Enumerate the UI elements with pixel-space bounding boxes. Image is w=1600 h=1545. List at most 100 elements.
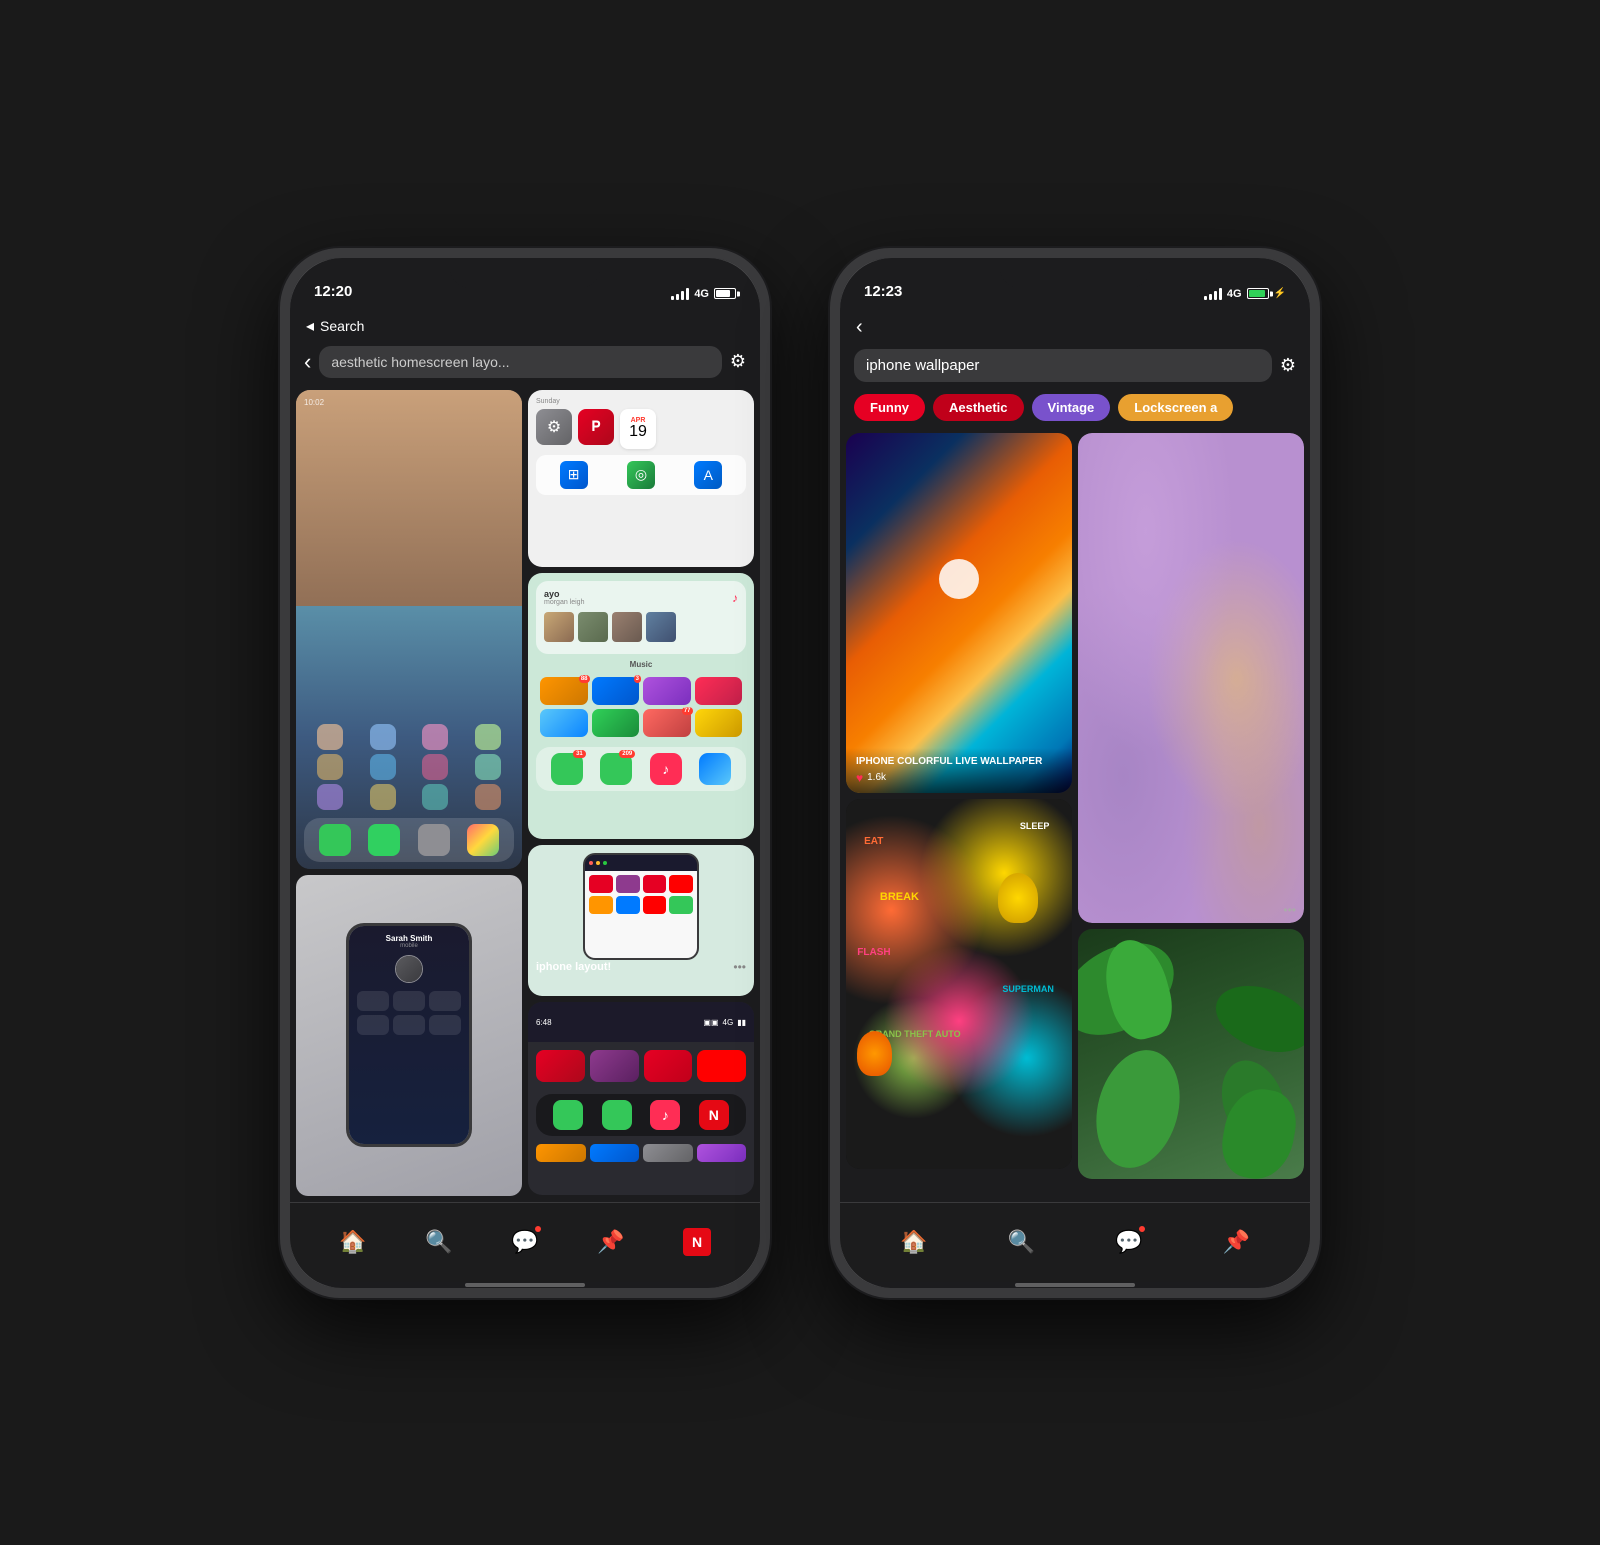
home-icon-right: 🏠	[900, 1228, 928, 1256]
colorful-wallpaper-card[interactable]: IPHONE COLORFUL LIVE WALLPAPER ♥ 1.6k	[846, 433, 1072, 793]
bottom-apps-card[interactable]: 6:48 ▣▣ 4G ▮▮	[528, 1002, 754, 1195]
app-socials: 77	[643, 709, 691, 737]
bottom-nav-left: 🏠 🔍 💬 📌 N	[290, 1202, 760, 1282]
nav-messages-right[interactable]: 💬	[1115, 1228, 1143, 1256]
sticker-flash: FLASH	[857, 947, 890, 958]
music-artist: ayo	[544, 589, 584, 599]
album-thumb-1	[544, 612, 574, 642]
right-phone: 12:23 4G ⚡	[830, 248, 1320, 1298]
sticker-wallpaper-card[interactable]: eat sleep break FLASH SUPERMAN Grand The…	[846, 799, 1072, 1169]
network-label-right: 4G	[1227, 288, 1242, 300]
nav-search-right[interactable]: 🔍	[1007, 1228, 1035, 1256]
sticker-superman: SUPERMAN	[1002, 984, 1054, 994]
status-icons-left: 4G	[671, 288, 736, 300]
app-work	[592, 709, 640, 737]
search-back-label[interactable]: Search	[320, 318, 364, 334]
homescreen-inspo-card[interactable]: 10:02	[296, 390, 522, 869]
right-content-masonry: IPHONE COLORFUL LIVE WALLPAPER ♥ 1.6k	[840, 427, 1310, 1202]
charging-icon: ⚡	[1274, 288, 1286, 299]
app-small-3	[643, 1144, 693, 1162]
dock-music-2: ♪	[650, 1100, 680, 1130]
appstore-widget-icon: A	[694, 461, 722, 489]
nav-home-right[interactable]: 🏠	[900, 1228, 928, 1256]
back-chevron-left[interactable]: ‹	[304, 349, 311, 375]
nav-netflix-left[interactable]: N	[683, 1228, 711, 1256]
bible-app	[590, 1050, 639, 1082]
filter-icon-left[interactable]: ⚙	[730, 351, 746, 372]
pin-icon-right: 📌	[1222, 1228, 1250, 1256]
right-masonry-col-2: •••	[1078, 433, 1304, 1196]
masonry-grid-left: 10:02	[290, 384, 760, 1202]
nav-notifications-right[interactable]: 📌	[1222, 1228, 1250, 1256]
app-utilities: 3	[592, 677, 640, 705]
home-icon-left: 🏠	[339, 1228, 367, 1256]
nav-dot-left	[535, 1226, 541, 1232]
content-left: 10:02	[290, 384, 760, 1202]
app-small-2	[590, 1144, 640, 1162]
sticker-text-1: eat	[864, 836, 883, 847]
app-media	[695, 677, 743, 705]
netflix-icon: N	[699, 1100, 729, 1130]
filter-icon-right[interactable]: ⚙	[1280, 355, 1296, 376]
nature-wallpaper-card[interactable]	[1078, 929, 1304, 1179]
search-icon-right: 🔍	[1007, 1228, 1035, 1256]
nav-search-left[interactable]: 🔍	[425, 1228, 453, 1256]
filter-chips: Funny Aesthetic Vintage Lockscreen a	[840, 388, 1310, 427]
music-note-icon: ♪	[732, 591, 738, 605]
nav-notifications-left[interactable]: 📌	[597, 1228, 625, 1256]
back-chevron-right[interactable]: ‹	[856, 316, 863, 339]
chip-lockscreen[interactable]: Lockscreen a	[1118, 394, 1233, 421]
messages-icon-left: 💬	[511, 1228, 539, 1256]
sticker-text-3: break	[880, 891, 919, 903]
dock-phone-2	[553, 1100, 583, 1130]
heart-icon: ♥	[856, 771, 863, 785]
more-dots-layout[interactable]: •••	[733, 960, 746, 974]
back-arrow-left[interactable]: ◂	[306, 316, 314, 336]
app-school	[643, 677, 691, 705]
app-editing	[695, 709, 743, 737]
search-input-right[interactable]: iphone wallpaper	[854, 349, 1272, 382]
caller-name: Sarah Smith	[357, 934, 461, 943]
settings-icon-widget: ⚙	[536, 409, 572, 445]
pin-icon-left: 📌	[597, 1228, 625, 1256]
album-thumb-4	[646, 612, 676, 642]
widget-card[interactable]: Sunday ⚙ 𝐏 APR 19	[528, 390, 754, 568]
battery-icon-right	[1247, 288, 1269, 299]
right-col: Sunday ⚙ 𝐏 APR 19	[528, 390, 754, 1196]
search-bar-right: iphone wallpaper ⚙	[840, 343, 1310, 388]
search-input-left[interactable]: aesthetic homescreen layo...	[319, 346, 722, 378]
caller-type: mobile	[357, 943, 461, 949]
dock-safari	[699, 753, 731, 785]
left-phone: 12:20 4G	[280, 248, 770, 1298]
nav-dot-right	[1139, 1226, 1145, 1232]
nav-home-left[interactable]: 🏠	[339, 1228, 367, 1256]
signal-icon	[671, 288, 689, 300]
status-icons-right: 4G ⚡	[1204, 288, 1286, 300]
home-indicator-right	[840, 1282, 1310, 1288]
dock-phone: 31	[551, 753, 583, 785]
call-screen-card[interactable]: Sarah Smith mobile	[296, 875, 522, 1196]
home-indicator-left	[290, 1282, 760, 1288]
music-card[interactable]: ayo morgan leigh ♪	[528, 573, 754, 839]
back-row-right: ‹	[840, 308, 1310, 343]
bottom-nav-right: 🏠 🔍 💬 📌	[840, 1202, 1310, 1282]
dock-messages-2	[602, 1100, 632, 1130]
music-section-label: Music	[536, 660, 746, 669]
app-music	[540, 709, 588, 737]
chip-vintage[interactable]: Vintage	[1032, 394, 1111, 421]
more-dots-marble[interactable]: •••	[1283, 903, 1296, 917]
colorful-wp-caption: IPHONE COLORFUL LIVE WALLPAPER ♥ 1.6k	[846, 748, 1072, 793]
battery-icon	[714, 288, 736, 299]
nav-messages-left[interactable]: 💬	[511, 1228, 539, 1256]
photos-widget-icon: ⊞	[560, 461, 588, 489]
dock-music: ♪	[650, 753, 682, 785]
notch	[450, 258, 600, 288]
iphone-layout-caption: iphone layout!	[536, 961, 611, 973]
chip-aesthetic[interactable]: Aesthetic	[933, 394, 1024, 421]
search-bar-left: ‹ aesthetic homescreen layo... ⚙	[290, 340, 760, 384]
iphone-layout-card[interactable]: iphone layout! •••	[528, 845, 754, 996]
back-row-left: ◂ Search	[290, 308, 760, 340]
chip-funny[interactable]: Funny	[854, 394, 925, 421]
pinterest-icon-widget: 𝐏	[578, 409, 614, 445]
marble-wallpaper-card[interactable]: •••	[1078, 433, 1304, 923]
